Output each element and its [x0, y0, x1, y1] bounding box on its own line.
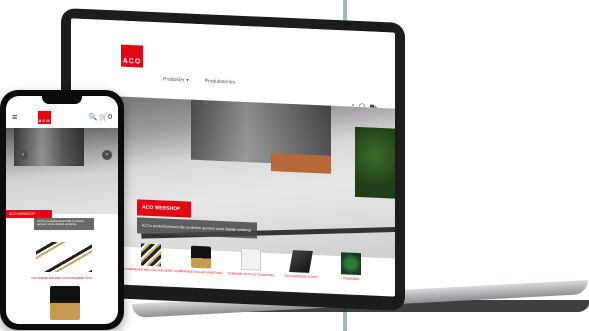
product-thumbnail: [241, 247, 261, 271]
hero-plants-image: [355, 126, 395, 199]
product-card[interactable]: BRÆNDE I ELLER SANDFANG: [179, 245, 223, 291]
product-label: BRÆNDE I ELLER SANDFANG: [179, 269, 223, 276]
mobile-webshop-badge[interactable]: ACO WEBSHOP: [6, 210, 52, 218]
product-label: TAGBRØND: [342, 276, 360, 282]
mobile-header-icons[interactable]: 🔍 🛒0: [89, 113, 112, 121]
aco-logo[interactable]: ACO: [38, 111, 51, 124]
product-label: FACADERENDE MED GALVANISERET RIST: [120, 266, 182, 274]
aco-logo[interactable]: ACO: [121, 44, 143, 68]
product-thumbnail: [341, 252, 361, 276]
site-header: ACO Produkter ▾ Produktseries: [71, 18, 395, 105]
product-card[interactable]: TAGBRØND: [331, 252, 371, 297]
product-label: FACADERENDE & RIST: [284, 273, 318, 280]
product-card[interactable]: FACADERENDE & RIST: [281, 250, 321, 296]
mobile-hero-caption: ACO's produktsortiment fås nu direkte ge…: [34, 218, 94, 230]
nav-item-produkter[interactable]: Produkter ▾: [163, 76, 189, 83]
product-thumbnail: [191, 245, 211, 269]
product-label: TILBEHØR TIL PLASTSANDFANG: [227, 271, 275, 278]
product-card[interactable]: TILBEHØR TIL PLASTSANDFANG: [228, 247, 274, 293]
mobile-product-image[interactable]: [36, 242, 92, 272]
main-nav: Produkter ▾ Produktseries: [163, 76, 235, 85]
webshop-badge[interactable]: ACO WEBSHOP: [137, 199, 191, 218]
product-card[interactable]: FACADERENDE MED GALVANISERET RIST: [121, 243, 182, 289]
hero-deck-image: [271, 153, 331, 174]
carousel-prev-arrow-icon[interactable]: ‹: [18, 150, 28, 160]
product-thumbnail: [289, 250, 313, 273]
nav-item-produktseries[interactable]: Produktseries: [205, 78, 236, 85]
carousel-next-arrow-icon[interactable]: ›: [102, 150, 112, 160]
menu-icon[interactable]: ≡: [12, 112, 17, 122]
phone: ≡ ACO 🔍 🛒0 ‹ › ACO WEBSHOP ACO's produkt…: [0, 90, 124, 330]
mobile-hero-image: [14, 128, 84, 166]
phone-screen: ≡ ACO 🔍 🛒0 ‹ › ACO WEBSHOP ACO's produkt…: [6, 96, 118, 324]
phone-notch: [42, 96, 82, 104]
product-thumbnail: [141, 243, 161, 267]
mobile-product-label[interactable]: FACADERENDE MED GALVANISERET RIST: [20, 276, 104, 280]
mobile-product-image-2[interactable]: [50, 286, 80, 320]
mobile-header: ≡ ACO 🔍 🛒0: [6, 108, 118, 126]
mobile-hero-banner: [6, 128, 118, 214]
